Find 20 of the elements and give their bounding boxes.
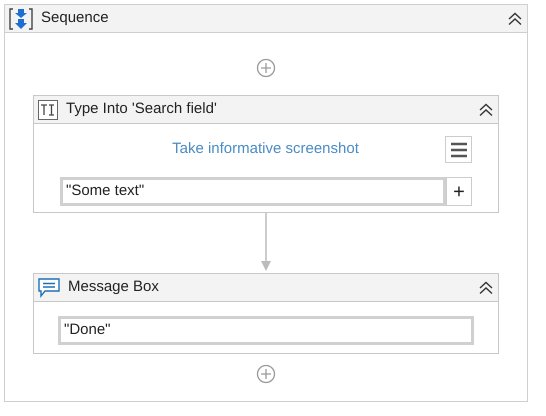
sequence-icon — [9, 8, 33, 30]
menu-icon — [450, 142, 468, 158]
activity-card[interactable]: Type Into 'Search field' Take informative screenshot "Some text" + — [33, 95, 499, 213]
message-input-field[interactable]: "Done" — [58, 316, 474, 345]
text-cursor-icon — [38, 100, 58, 120]
menu-button[interactable] — [445, 136, 472, 163]
activity-title: Message Box — [68, 277, 160, 298]
activity-title: Type Into 'Search field' — [66, 99, 218, 120]
screenshot-link[interactable]: Take informative screenshot — [60, 138, 445, 161]
text-input-field[interactable]: "Some text" — [60, 177, 446, 206]
add-circle-icon[interactable] — [256, 58, 276, 78]
collapse-icon[interactable] — [478, 102, 494, 116]
add-circle-icon[interactable] — [256, 364, 276, 384]
activity-card[interactable]: Message Box "Done" — [33, 273, 499, 354]
sequence-title: Sequence — [41, 8, 110, 28]
collapse-icon[interactable] — [478, 280, 494, 294]
collapse-icon[interactable] — [507, 12, 523, 26]
speech-bubble-icon — [38, 278, 60, 298]
plus-button[interactable]: + — [446, 177, 472, 206]
connector-arrow — [260, 213, 272, 273]
